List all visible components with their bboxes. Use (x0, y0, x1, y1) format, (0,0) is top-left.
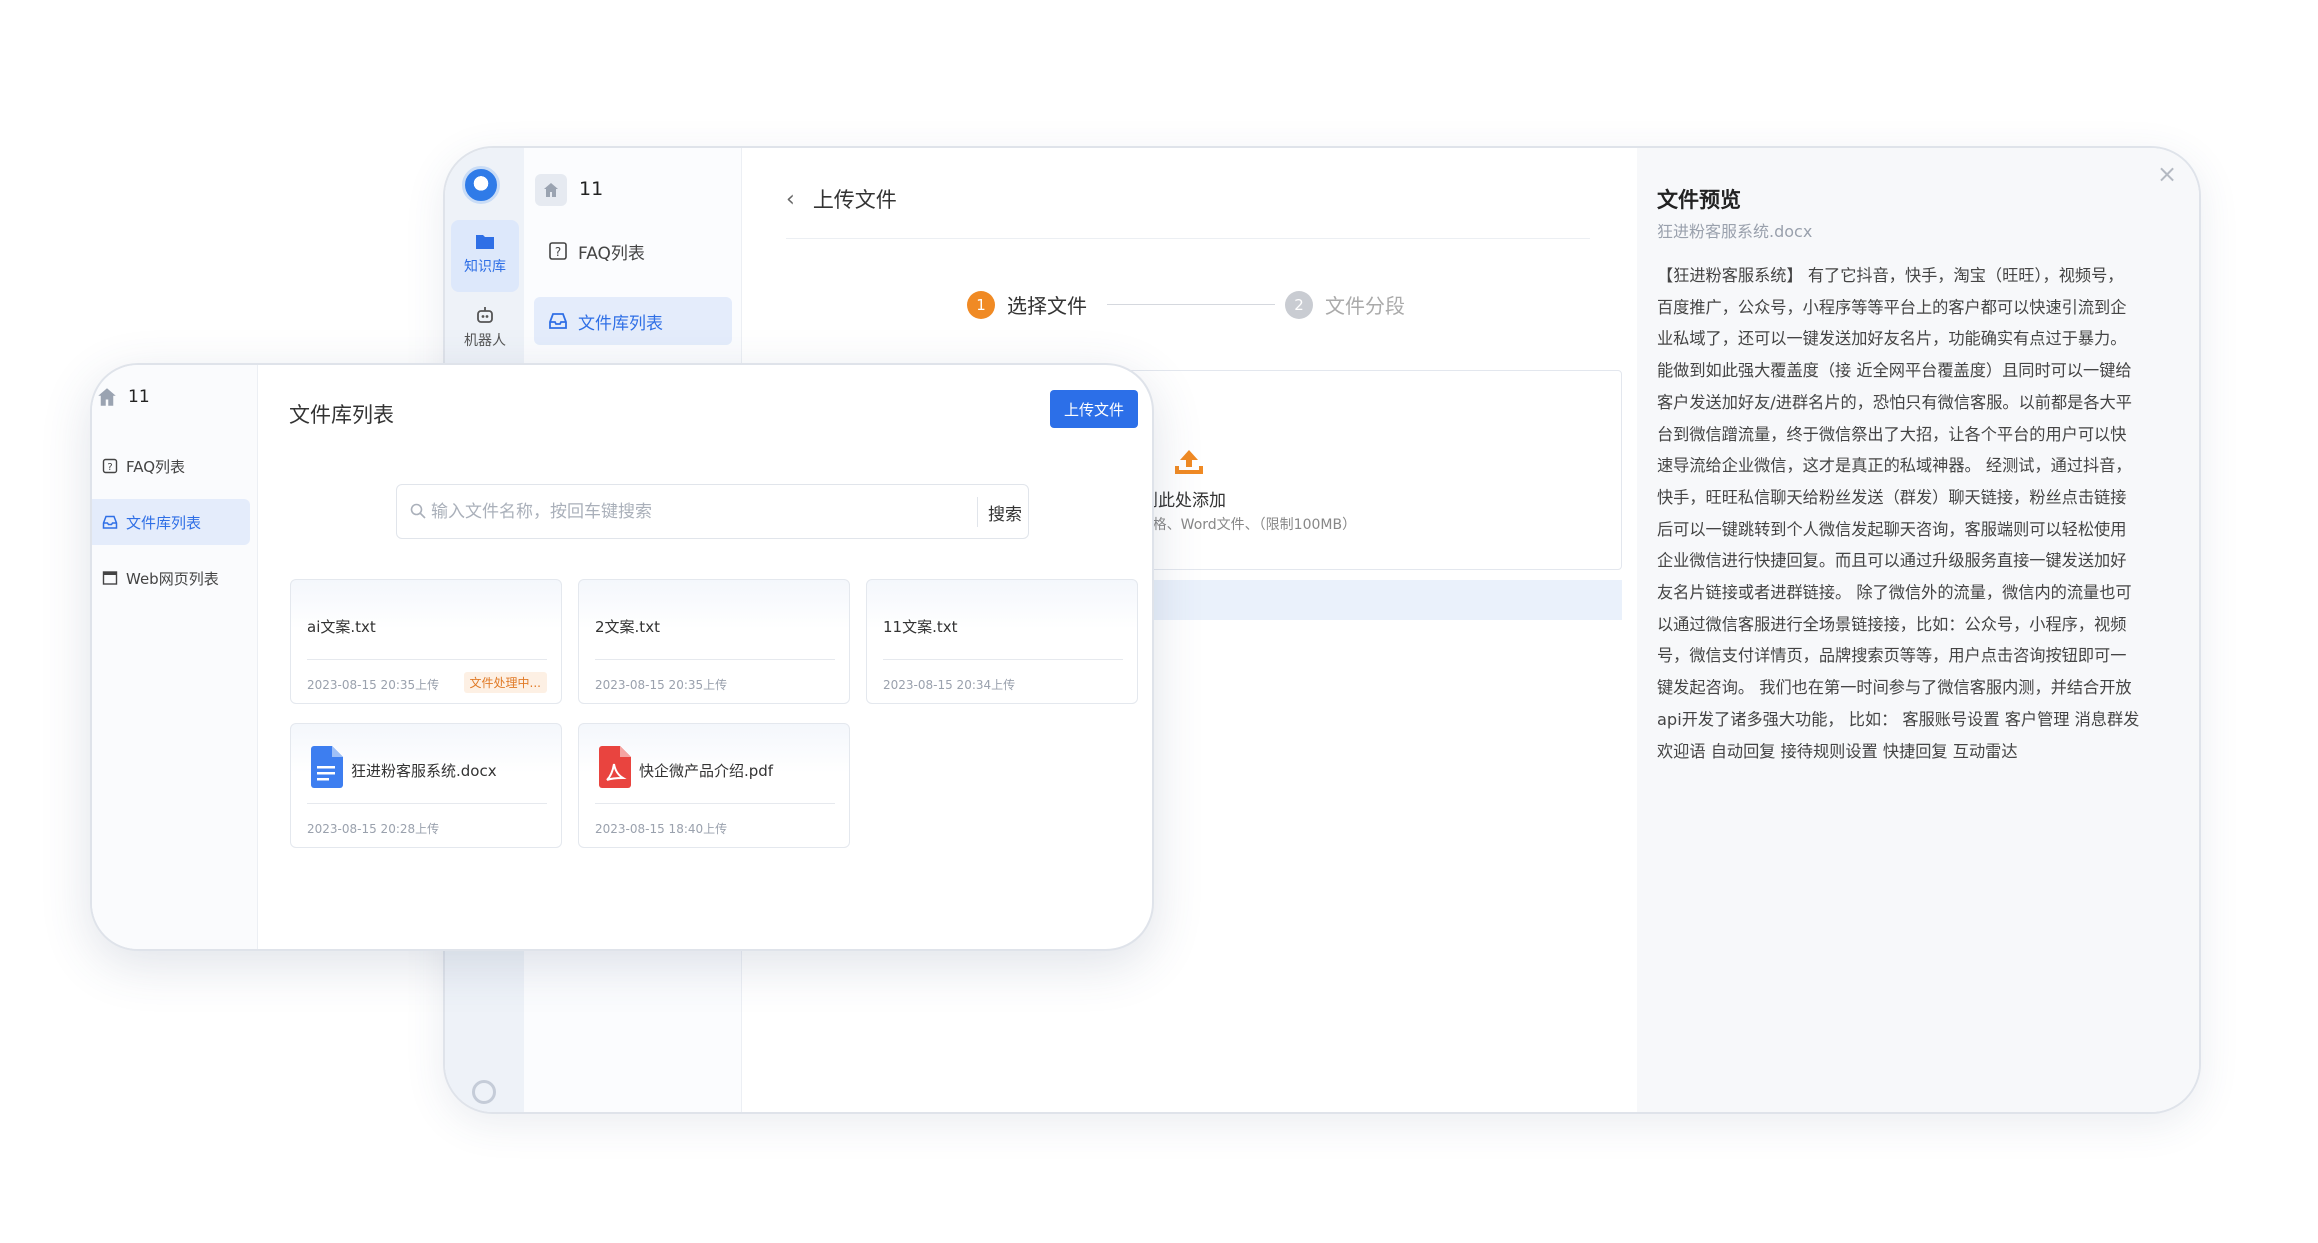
divider (595, 659, 835, 660)
preview-content: 【狂进粉客服系统】 有了它抖音，快手，淘宝（旺旺），视频号， 百度推广，公众号，… (1657, 260, 2177, 767)
file-card[interactable]: 11文案.txt 2023-08-15 20:34上传 (866, 579, 1138, 704)
home-icon[interactable] (97, 387, 117, 407)
preview-line: 业私域了，还可以一键发送加好友名片，功能确实有点过于暴力。 (1657, 329, 2127, 349)
upload-header: ‹ 上传文件 (786, 184, 897, 214)
search-box: 搜索 (396, 484, 1029, 539)
back-chevron-icon[interactable]: ‹ (786, 187, 795, 212)
nav-item-file-library[interactable]: 文件库列表 (92, 499, 250, 545)
robot-icon (477, 307, 493, 323)
subnav-item-faq[interactable]: ? FAQ列表 (534, 227, 732, 275)
faq-icon: ? (549, 242, 567, 260)
preview-title: 文件预览 (1657, 188, 1741, 212)
svg-text:?: ? (555, 245, 561, 259)
page-title: 文件库列表 (289, 403, 394, 427)
file-name: 狂进粉客服系统.docx (351, 762, 497, 780)
app-logo (462, 166, 500, 204)
nav-item-label: 文件库列表 (126, 513, 202, 532)
search-input[interactable] (431, 485, 981, 538)
file-card[interactable]: 狂进粉客服系统.docx 2023-08-15 20:28上传 (290, 723, 562, 848)
rail-item-robot[interactable]: 机器人 (451, 294, 519, 366)
web-page-icon (102, 571, 118, 585)
file-upload-date: 2023-08-15 20:35上传 (595, 678, 728, 692)
divider (595, 803, 835, 804)
divider (977, 497, 978, 527)
rail-item-label: 知识库 (464, 259, 506, 275)
home-icon (544, 183, 558, 197)
preview-line: 能做到如此强大覆盖度（接 近全网平台覆盖度）且同时可以一键给 (1657, 361, 2132, 381)
step-select-file: 1 选择文件 (967, 290, 1087, 319)
step-file-segment: 2 文件分段 (1285, 290, 1405, 319)
divider (786, 238, 1590, 239)
knowledge-base-name: 11 (128, 387, 150, 407)
front-window: 11 ? FAQ列表 文件库列表 Web网页列表 文件库列表 上传文件 搜索 a… (90, 363, 1154, 951)
file-library-icon (549, 313, 567, 329)
file-library-nav: 11 ? FAQ列表 文件库列表 Web网页列表 (92, 365, 258, 949)
file-library-icon (102, 515, 118, 529)
file-upload-date: 2023-08-15 20:34上传 (883, 678, 1016, 692)
svg-text:?: ? (107, 462, 112, 473)
preview-line: 速导流给企业微信，这才是真正的私域神器。 经测试，通过抖音， (1657, 456, 2132, 476)
search-button[interactable]: 搜索 (985, 497, 1025, 527)
step-label: 选择文件 (1007, 294, 1087, 318)
rail-item-knowledge-base[interactable]: 知识库 (451, 220, 519, 292)
divider (307, 803, 547, 804)
file-name: ai文案.txt (307, 618, 376, 636)
subnav-item-file-library[interactable]: 文件库列表 (534, 297, 732, 345)
doc-file-icon (311, 746, 343, 788)
preview-line: 【狂进粉客服系统】 有了它抖音，快手，淘宝（旺旺），视频号， (1657, 266, 2124, 285)
search-icon (410, 503, 426, 519)
divider (883, 659, 1123, 660)
knowledge-base-name: 11 (579, 178, 604, 200)
preview-line: 后可以一键跳转到个人微信发起聊天咨询，客服端则可以轻松使用 (1657, 519, 2127, 539)
nav-item-web-pages[interactable]: Web网页列表 (92, 555, 250, 601)
preview-line: 友名片链接或者进群链接。 除了微信外的流量，微信内的流量也可 (1657, 583, 2132, 603)
preview-line: 台到微信蹭流量，终于微信祭出了大招，让各个平台的用户可以快 (1657, 424, 2127, 444)
file-upload-date: 2023-08-15 18:40上传 (595, 822, 728, 836)
folder-icon (476, 235, 494, 249)
pdf-file-icon (599, 746, 631, 788)
home-button[interactable] (535, 174, 567, 206)
faq-icon: ? (102, 458, 118, 474)
file-card[interactable]: 2文案.txt 2023-08-15 20:35上传 (578, 579, 850, 704)
file-upload-date: 2023-08-15 20:28上传 (307, 822, 440, 836)
preview-line: 企业微信进行快捷回复。而且可以通过升级服务直接一键发送加好 (1657, 551, 2127, 571)
file-name: 11文案.txt (883, 618, 958, 636)
step-number: 1 (967, 290, 995, 319)
preview-line: 键发起咨询。 我们也在第一时间参与了微信客服内测，并结合开放 (1657, 678, 2132, 698)
preview-line: 以通过微信客服进行全场景链接接，比如：公众号，小程序，视频 (1657, 614, 2127, 634)
file-name: 快企微产品介绍.pdf (639, 762, 774, 780)
rail-item-label: 机器人 (464, 333, 506, 349)
upload-cloud-icon (1175, 450, 1203, 474)
preview-line: 号，微信支付详情页，品牌搜索页等等，用户点击咨询按钮即可一 (1657, 646, 2127, 666)
file-card[interactable]: 快企微产品介绍.pdf 2023-08-15 18:40上传 (578, 723, 850, 848)
step-number: 2 (1285, 290, 1313, 319)
support-icon[interactable] (472, 1080, 496, 1104)
file-preview-panel: × 文件预览 狂进粉客服系统.docx 【狂进粉客服系统】 有了它抖音，快手，淘… (1637, 148, 2199, 1112)
file-card[interactable]: ai文案.txt 2023-08-15 20:35上传 文件处理中... (290, 579, 562, 704)
file-name: 2文案.txt (595, 618, 660, 636)
preview-line: 客户发送加好友/进群名片的，恐怕只有微信客服。以前都是各大平 (1657, 392, 2132, 412)
processing-badge: 文件处理中... (463, 672, 547, 693)
preview-line: api开发了诸多强大功能， 比如： 客服账号设置 客户管理 消息群发 (1657, 709, 2140, 729)
preview-line: 百度推广，公众号，小程序等等平台上的客户都可以快速引流到企 (1657, 297, 2127, 317)
nav-item-faq[interactable]: ? FAQ列表 (92, 443, 250, 489)
nav-item-label: FAQ列表 (126, 457, 186, 476)
close-icon[interactable]: × (2157, 160, 2177, 188)
upload-title: 上传文件 (812, 188, 897, 212)
divider (307, 659, 547, 660)
preview-line: 欢迎语 自动回复 接待规则设置 快捷回复 互动雷达 (1657, 741, 2018, 761)
upload-file-button[interactable]: 上传文件 (1050, 390, 1138, 428)
preview-line: 快手，旺旺私信聊天给粉丝发送（群发）聊天链接，粉丝点击链接 (1657, 487, 2127, 507)
file-upload-date: 2023-08-15 20:35上传 (307, 678, 440, 692)
preview-filename: 狂进粉客服系统.docx (1657, 222, 1813, 241)
subnav-item-label: 文件库列表 (578, 313, 663, 334)
subnav-item-label: FAQ列表 (578, 243, 645, 264)
step-connector (1107, 304, 1275, 305)
step-label: 文件分段 (1325, 294, 1405, 318)
nav-item-label: Web网页列表 (126, 569, 219, 588)
